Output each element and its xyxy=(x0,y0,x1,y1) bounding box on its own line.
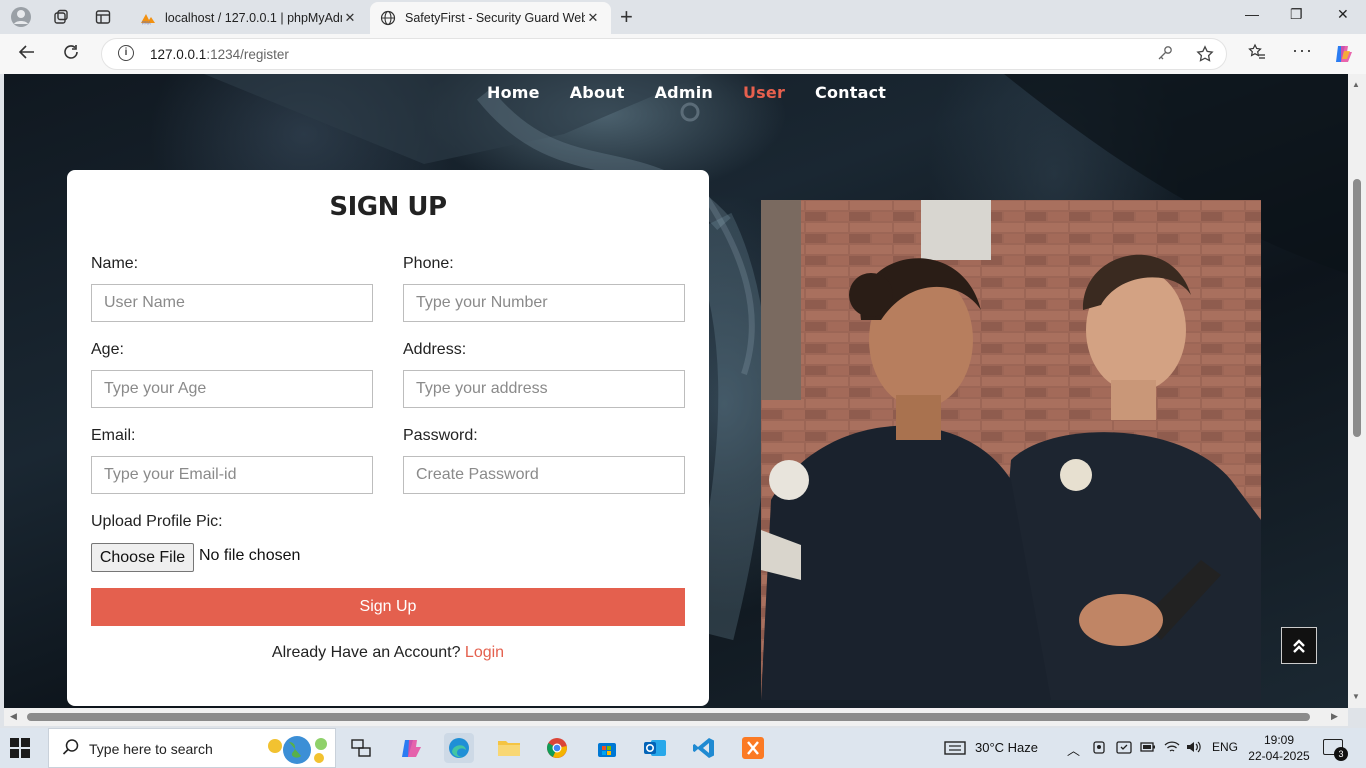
windows-taskbar: Type here to search 30°C Haze ︿ ENG 19:0… xyxy=(0,728,1366,768)
favorites-icon[interactable] xyxy=(1248,43,1266,66)
upload-label: Upload Profile Pic: xyxy=(91,513,223,530)
weather-icon[interactable] xyxy=(944,740,966,759)
phone-label: Phone: xyxy=(403,255,454,272)
close-tab-icon[interactable]: ✕ xyxy=(342,10,358,26)
scroll-left-arrow-icon[interactable]: ◀ xyxy=(10,711,17,722)
back-arrow-icon[interactable] xyxy=(18,43,36,66)
volume-icon[interactable] xyxy=(1186,740,1202,757)
notification-count: 3 xyxy=(1334,747,1348,761)
xampp-icon[interactable] xyxy=(738,733,768,763)
clock-date: 22-04-2025 xyxy=(1248,749,1310,763)
meet-now-icon[interactable] xyxy=(1092,740,1106,759)
favorite-star-icon[interactable] xyxy=(1196,45,1214,68)
scroll-right-arrow-icon[interactable]: ▶ xyxy=(1331,711,1338,722)
scroll-down-arrow-icon[interactable]: ▼ xyxy=(1352,692,1360,701)
chrome-icon[interactable] xyxy=(542,733,572,763)
choose-file-button[interactable]: Choose File xyxy=(91,543,194,572)
globe-icon xyxy=(380,10,396,26)
url-text: 127.0.0.1:1234/register xyxy=(150,47,289,62)
form-title: SIGN UP xyxy=(329,192,447,222)
horizontal-scroll-thumb[interactable] xyxy=(27,713,1310,721)
url-field[interactable]: i 127.0.0.1:1234/register xyxy=(101,38,1227,70)
password-input[interactable] xyxy=(403,456,685,494)
copilot-icon[interactable] xyxy=(1332,43,1354,70)
already-text: Already Have an Account? xyxy=(271,644,461,661)
page-viewport: Home About Admin User Contact SIGN UP Na… xyxy=(4,74,1348,708)
nav-home[interactable]: Home xyxy=(487,83,540,102)
double-chevron-up-icon xyxy=(1293,638,1305,653)
vertical-scroll-thumb[interactable] xyxy=(1353,179,1361,437)
new-tab-icon[interactable]: + xyxy=(620,4,633,30)
main-nav: Home About Admin User Contact xyxy=(487,83,886,102)
age-input[interactable] xyxy=(91,370,373,408)
more-options-icon[interactable]: ··· xyxy=(1292,40,1313,61)
copilot-taskbar-icon[interactable] xyxy=(396,733,426,763)
task-view-icon[interactable] xyxy=(346,733,376,763)
nav-about[interactable]: About xyxy=(570,83,625,102)
file-explorer-icon[interactable] xyxy=(494,733,524,763)
name-label: Name: xyxy=(91,255,139,272)
wifi-icon[interactable] xyxy=(1164,740,1180,757)
horizontal-scrollbar[interactable]: ◀ ▶ xyxy=(4,708,1348,726)
phone-input[interactable] xyxy=(403,284,685,322)
earth-day-icon xyxy=(268,736,327,764)
taskbar-search[interactable]: Type here to search xyxy=(48,728,336,768)
nav-user[interactable]: User xyxy=(743,83,785,102)
vertical-scrollbar[interactable]: ▲ ▼ xyxy=(1348,74,1366,708)
minimize-icon[interactable]: — xyxy=(1245,6,1259,22)
vertical-tabs-icon[interactable] xyxy=(90,5,116,29)
close-tab-icon[interactable]: ✕ xyxy=(585,10,601,26)
search-icon xyxy=(62,738,80,761)
svg-text:PMA: PMA xyxy=(142,21,151,26)
workspaces-icon[interactable] xyxy=(48,5,74,29)
phpmyadmin-icon: PMA xyxy=(140,10,156,26)
login-link[interactable]: Login xyxy=(465,644,504,661)
login-prompt: Already Have an Account? Login xyxy=(67,644,709,662)
tab-safetyfirst[interactable]: SafetyFirst - Security Guard Websi ✕ xyxy=(370,2,611,34)
language-indicator[interactable]: ENG xyxy=(1212,740,1238,754)
scroll-up-arrow-icon[interactable]: ▲ xyxy=(1352,80,1360,89)
address-label: Address: xyxy=(403,341,467,358)
address-bar: i 127.0.0.1:1234/register ··· xyxy=(0,34,1366,74)
browser-tab-bar: PMA localhost / 127.0.0.1 | phpMyAdm ✕ S… xyxy=(0,0,1366,34)
tab-title: SafetyFirst - Security Guard Websi xyxy=(405,11,585,25)
name-input[interactable] xyxy=(91,284,373,322)
sign-up-button[interactable]: Sign Up xyxy=(91,588,685,626)
nav-admin[interactable]: Admin xyxy=(655,83,713,102)
microsoft-store-icon[interactable] xyxy=(592,733,622,763)
email-input[interactable] xyxy=(91,456,373,494)
clock-time: 19:09 xyxy=(1263,733,1295,747)
tab-phpmyadmin[interactable]: PMA localhost / 127.0.0.1 | phpMyAdm ✕ xyxy=(130,2,368,34)
battery-icon[interactable] xyxy=(1140,740,1156,757)
security-guards-photo xyxy=(761,200,1261,700)
windows-start-icon[interactable] xyxy=(10,738,30,758)
address-input[interactable] xyxy=(403,370,685,408)
edge-browser-icon[interactable] xyxy=(444,733,474,763)
close-window-icon[interactable]: ✕ xyxy=(1337,6,1349,23)
device-icon[interactable] xyxy=(1116,740,1132,759)
signup-card: SIGN UP Name: Phone: Age: Address: Email… xyxy=(67,170,709,706)
tab-title: localhost / 127.0.0.1 | phpMyAdm xyxy=(165,11,342,25)
email-label: Email: xyxy=(91,427,136,444)
site-info-icon[interactable]: i xyxy=(118,45,134,61)
key-icon[interactable] xyxy=(1157,45,1173,66)
restore-icon[interactable]: ❐ xyxy=(1290,6,1303,23)
file-status: No file chosen xyxy=(199,547,301,564)
vscode-icon[interactable] xyxy=(689,733,719,763)
password-label: Password: xyxy=(403,427,478,444)
search-placeholder: Type here to search xyxy=(89,741,213,757)
clock[interactable]: 19:09 22-04-2025 xyxy=(1248,732,1310,764)
weather-text[interactable]: 30°C Haze xyxy=(975,740,1038,755)
notification-center-icon[interactable]: 3 xyxy=(1323,739,1348,761)
refresh-icon[interactable] xyxy=(62,43,80,66)
scroll-to-top-button[interactable] xyxy=(1281,627,1317,664)
outlook-icon[interactable] xyxy=(640,733,670,763)
nav-contact[interactable]: Contact xyxy=(815,83,886,102)
age-label: Age: xyxy=(91,341,124,358)
show-hidden-icons-icon[interactable]: ︿ xyxy=(1067,740,1080,759)
profile-icon[interactable] xyxy=(8,5,34,29)
